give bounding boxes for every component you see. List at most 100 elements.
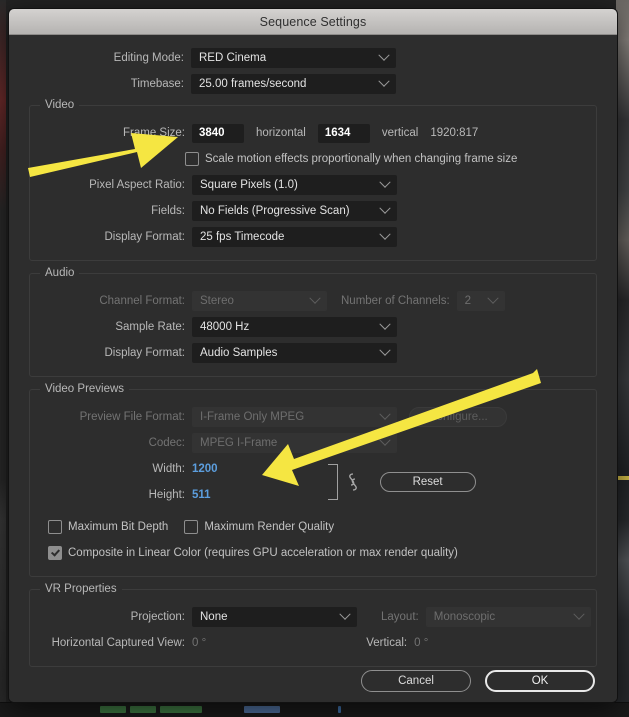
frame-size-horizontal-label: horizontal <box>256 127 306 139</box>
audio-display-format-label: Display Format: <box>104 347 185 359</box>
video-group: Video Frame Size: 3840 horizontal 1634 v… <box>29 99 597 261</box>
scale-motion-row: Scale motion effects proportionally when… <box>30 146 596 172</box>
maximum-render-quality-checkbox[interactable] <box>184 520 199 534</box>
dimension-bracket-icon <box>327 464 338 500</box>
sequence-settings-dialog: Sequence Settings Editing Mode: RED Cine… <box>8 8 618 703</box>
vertical-value: 0 ° <box>414 637 429 649</box>
render-quality-row: Maximum Bit Depth Maximum Render Quality <box>30 514 596 540</box>
sample-rate-label: Sample Rate: <box>115 321 185 333</box>
configure-button: Configure... <box>409 407 507 427</box>
vr-properties-group-title: VR Properties <box>40 583 122 595</box>
pixel-aspect-ratio-label: Pixel Aspect Ratio: <box>89 179 185 191</box>
horizontal-captured-view-value: 0 ° <box>192 637 207 649</box>
timeline-clip <box>130 706 156 713</box>
number-of-channels-select: 2 <box>456 291 505 311</box>
fields-row: Fields: No Fields (Progressive Scan) <box>30 198 596 224</box>
pixel-aspect-ratio-value: Square Pixels (1.0) <box>200 179 298 191</box>
chain-link-icon[interactable] <box>347 472 359 492</box>
screen-root: Sequence Settings Editing Mode: RED Cine… <box>0 0 629 717</box>
vertical-label: Vertical: <box>366 637 408 649</box>
chevron-down-icon <box>379 408 391 420</box>
dialog-title: Sequence Settings <box>259 14 367 29</box>
video-display-format-row: Display Format: 25 fps Timecode <box>30 224 596 250</box>
preview-file-format-value: I-Frame Only MPEG <box>200 411 305 423</box>
timeline-clip <box>160 706 202 713</box>
fields-value: No Fields (Progressive Scan) <box>200 205 350 217</box>
timeline-playhead <box>338 706 341 713</box>
preview-file-format-select: I-Frame Only MPEG <box>192 407 397 427</box>
channel-format-label: Channel Format: <box>99 295 185 307</box>
composite-linear-row: Composite in Linear Color (requires GPU … <box>30 540 596 566</box>
background-timeline <box>0 702 629 717</box>
sample-rate-select[interactable]: 48000 Hz <box>192 317 397 337</box>
chevron-down-icon <box>573 608 585 620</box>
editing-mode-label: Editing Mode: <box>113 52 184 64</box>
timebase-label: Timebase: <box>130 78 184 90</box>
maximum-bit-depth-checkbox[interactable] <box>48 520 62 534</box>
layout-select: Monoscopic <box>425 607 591 627</box>
preview-height-value[interactable]: 511 <box>192 489 211 501</box>
frame-size-label: Frame Size: <box>123 127 185 139</box>
layout-value: Monoscopic <box>433 611 496 623</box>
preview-width-value[interactable]: 1200 <box>192 463 218 475</box>
projection-label: Projection: <box>130 611 185 623</box>
projection-select[interactable]: None <box>192 607 357 627</box>
chevron-down-icon <box>379 202 391 214</box>
video-display-format-select[interactable]: 25 fps Timecode <box>192 227 397 247</box>
codec-value: MPEG I-Frame <box>200 437 278 449</box>
dialog-footer: Cancel OK <box>9 670 617 692</box>
preview-file-format-label: Preview File Format: <box>79 411 185 423</box>
video-group-title: Video <box>40 99 80 111</box>
chevron-down-icon <box>378 75 390 87</box>
chevron-down-icon <box>378 49 390 61</box>
composite-linear-color-checkbox[interactable] <box>48 546 62 560</box>
video-previews-group-title: Video Previews <box>40 383 130 395</box>
maximum-bit-depth-label: Maximum Bit Depth <box>68 521 169 533</box>
timebase-row: Timebase: 25.00 frames/second <box>9 71 617 97</box>
background-left-panel <box>0 0 6 717</box>
timeline-clip <box>244 706 280 713</box>
reset-button[interactable]: Reset <box>379 472 476 492</box>
chevron-down-icon <box>379 228 391 240</box>
horizontal-captured-view-label: Horizontal Captured View: <box>51 637 185 649</box>
link-dimensions-block: Reset <box>327 464 476 500</box>
editing-mode-select[interactable]: RED Cinema <box>191 48 396 68</box>
preview-file-format-row: Preview File Format: I-Frame Only MPEG C… <box>30 404 596 430</box>
preview-height-label: Height: <box>148 489 185 501</box>
chevron-down-icon <box>309 292 321 304</box>
fields-select[interactable]: No Fields (Progressive Scan) <box>192 201 397 221</box>
scale-motion-label: Scale motion effects proportionally when… <box>205 153 518 165</box>
channel-format-select: Stereo <box>192 291 327 311</box>
pixel-aspect-ratio-select[interactable]: Square Pixels (1.0) <box>192 175 397 195</box>
preview-dimensions-fields: Width: 1200 Height: 511 <box>30 456 218 508</box>
video-previews-group: Video Previews Preview File Format: I-Fr… <box>29 383 597 577</box>
video-display-format-label: Display Format: <box>104 231 185 243</box>
codec-select: MPEG I-Frame <box>192 433 397 453</box>
preview-width-row: Width: 1200 <box>30 456 218 482</box>
cancel-button[interactable]: Cancel <box>361 670 471 692</box>
timebase-select[interactable]: 25.00 frames/second <box>191 74 396 94</box>
preview-height-row: Height: 511 <box>30 482 218 508</box>
audio-group: Audio Channel Format: Stereo Number of C… <box>29 267 597 377</box>
ok-button[interactable]: OK <box>485 670 595 692</box>
sample-rate-row: Sample Rate: 48000 Hz <box>30 314 596 340</box>
frame-size-vertical-input[interactable]: 1634 <box>317 123 370 143</box>
channel-format-value: Stereo <box>200 295 234 307</box>
audio-display-format-select[interactable]: Audio Samples <box>192 343 397 363</box>
vr-properties-group: VR Properties Projection: None Layout: M… <box>29 583 597 667</box>
chevron-down-icon <box>379 434 391 446</box>
top-settings-section: Editing Mode: RED Cinema Timebase: 25.00… <box>9 35 617 105</box>
timebase-value: 25.00 frames/second <box>199 78 307 90</box>
frame-size-horizontal-input[interactable]: 3840 <box>192 123 244 143</box>
codec-label: Codec: <box>148 437 185 449</box>
video-display-format-value: 25 fps Timecode <box>200 231 285 243</box>
dialog-body: Editing Mode: RED Cinema Timebase: 25.00… <box>9 35 617 702</box>
frame-size-row: Frame Size: 3840 horizontal 1634 vertica… <box>30 120 596 146</box>
number-of-channels-label: Number of Channels: <box>341 295 450 307</box>
scale-motion-checkbox[interactable] <box>185 152 199 166</box>
composite-linear-color-label: Composite in Linear Color (requires GPU … <box>68 547 458 559</box>
fields-label: Fields: <box>151 205 185 217</box>
frame-size-vertical-label: vertical <box>381 127 419 139</box>
codec-row: Codec: MPEG I-Frame <box>30 430 596 456</box>
chevron-down-icon <box>379 344 391 356</box>
